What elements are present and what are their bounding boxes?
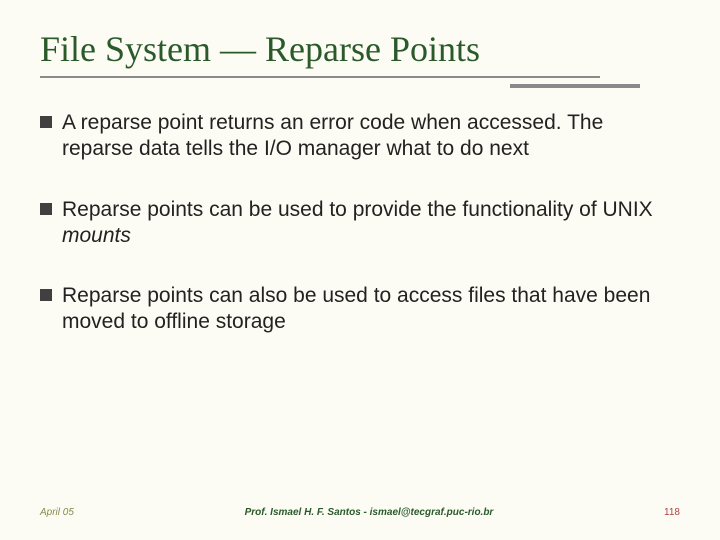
slide-title: File System — Reparse Points <box>40 28 680 70</box>
bullet-marker-icon <box>40 203 52 215</box>
bullet-item: A reparse point returns an error code wh… <box>40 110 680 163</box>
bullet-marker-icon <box>40 289 52 301</box>
bullet-text-italic: mounts <box>62 224 131 247</box>
footer-page-number: 118 <box>664 507 680 518</box>
underline-short <box>510 84 640 88</box>
slide-content: A reparse point returns an error code wh… <box>40 110 680 336</box>
bullet-text-prefix: Reparse points can be used to provide th… <box>62 198 653 221</box>
bullet-item: Reparse points can be used to provide th… <box>40 197 680 250</box>
title-underline <box>40 76 680 90</box>
underline-long <box>40 76 600 78</box>
footer-author: Prof. Ismael H. F. Santos - ismael@tecgr… <box>74 507 664 518</box>
footer-date: April 05 <box>40 507 74 518</box>
bullet-text: Reparse points can also be used to acces… <box>62 283 680 336</box>
slide-footer: April 05 Prof. Ismael H. F. Santos - ism… <box>0 507 720 518</box>
bullet-text: Reparse points can be used to provide th… <box>62 197 680 250</box>
bullet-item: Reparse points can also be used to acces… <box>40 283 680 336</box>
slide: File System — Reparse Points A reparse p… <box>0 0 720 540</box>
bullet-marker-icon <box>40 116 52 128</box>
bullet-text: A reparse point returns an error code wh… <box>62 110 680 163</box>
